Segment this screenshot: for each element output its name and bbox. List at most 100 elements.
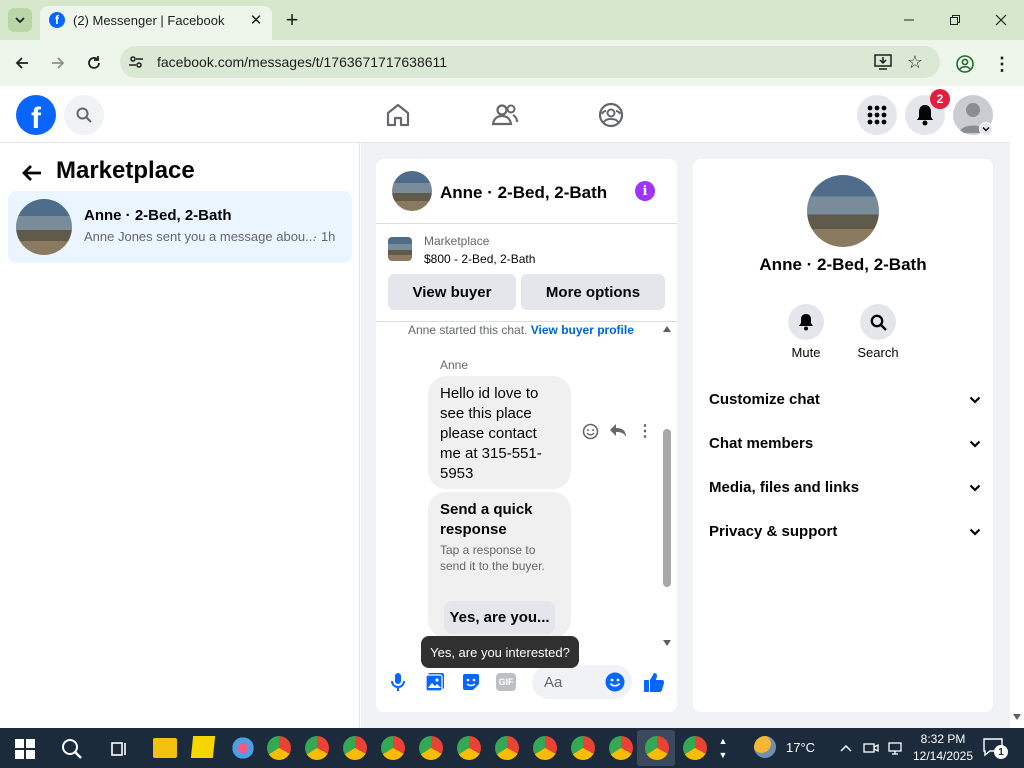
chat-avatar[interactable] bbox=[392, 171, 432, 211]
browser-menu-icon[interactable]: ⋮ bbox=[992, 53, 1012, 75]
chrome-profile-11-icon[interactable] bbox=[683, 736, 707, 760]
clock[interactable]: 8:32 PM 12/14/2025 bbox=[912, 731, 974, 765]
message-bubble[interactable]: Hello id love to see this place please c… bbox=[428, 376, 571, 489]
chrome-profile-1-icon[interactable] bbox=[267, 736, 291, 760]
forward-button[interactable] bbox=[44, 49, 72, 77]
react-icon[interactable] bbox=[581, 422, 599, 440]
facebook-f-glyph: f bbox=[31, 102, 41, 135]
reply-arrow-icon bbox=[610, 424, 626, 437]
view-buyer-profile-link[interactable]: View buyer profile bbox=[531, 323, 634, 337]
info-avatar bbox=[807, 175, 879, 247]
snipping-tool-icon[interactable] bbox=[229, 737, 257, 759]
meet-now-icon[interactable] bbox=[862, 738, 880, 758]
windows-logo-icon bbox=[15, 739, 35, 759]
quick-response-option[interactable]: Yes, are you... bbox=[444, 601, 555, 634]
site-info-icon[interactable] bbox=[126, 52, 146, 72]
restore-button[interactable] bbox=[940, 6, 970, 34]
more-options-button[interactable]: More options bbox=[521, 274, 665, 310]
weather-temperature[interactable]: 17°C bbox=[786, 740, 815, 755]
chat-scroll-thumb[interactable] bbox=[663, 429, 671, 587]
new-tab-button[interactable]: + bbox=[280, 7, 304, 32]
privacy-support-section[interactable]: Privacy & support bbox=[709, 523, 981, 540]
chrome-profile-10-icon[interactable] bbox=[609, 736, 633, 760]
facebook-favicon-icon: f bbox=[49, 12, 65, 28]
account-chevron-icon[interactable] bbox=[979, 122, 993, 136]
privacy-support-label: Privacy & support bbox=[709, 523, 838, 540]
sticky-notes-icon[interactable] bbox=[190, 736, 216, 758]
address-bar[interactable]: facebook.com/messages/t/1763671717638611… bbox=[120, 46, 940, 78]
browser-tab-bar: f (2) Messenger | Facebook ✕ + bbox=[0, 0, 1024, 40]
reload-button[interactable] bbox=[80, 49, 108, 77]
search-chat-button[interactable] bbox=[860, 304, 896, 340]
scroll-down-arrow-icon[interactable] bbox=[1013, 714, 1021, 720]
groups-nav[interactable] bbox=[593, 98, 629, 132]
back-arrow-button[interactable] bbox=[18, 159, 46, 187]
profile-icon[interactable] bbox=[954, 53, 976, 75]
file-explorer-icon[interactable] bbox=[153, 738, 177, 758]
page-scrollbar[interactable] bbox=[1010, 86, 1024, 728]
chrome-profile-7-icon[interactable] bbox=[495, 736, 519, 760]
start-button[interactable] bbox=[12, 736, 38, 762]
close-window-button[interactable] bbox=[986, 6, 1016, 34]
minimize-button[interactable] bbox=[894, 6, 924, 34]
scroll-down-arrow-icon[interactable] bbox=[663, 640, 671, 646]
sticker-button[interactable] bbox=[460, 671, 482, 693]
menu-button[interactable] bbox=[857, 95, 897, 135]
network-monitor-icon bbox=[888, 742, 902, 755]
conversation-item[interactable]: Anne · 2-Bed, 2-Bath Anne Jones sent you… bbox=[8, 191, 352, 263]
reply-icon[interactable] bbox=[608, 422, 628, 440]
tab-close-icon[interactable]: ✕ bbox=[246, 10, 266, 30]
gif-button[interactable]: GIF bbox=[496, 673, 516, 691]
attach-photo-button[interactable] bbox=[424, 671, 446, 693]
facebook-logo[interactable]: f bbox=[16, 95, 56, 135]
view-buyer-button[interactable]: View buyer bbox=[388, 274, 516, 310]
notification-center-button[interactable]: 1 bbox=[982, 737, 1008, 759]
chat-info-icon[interactable]: i bbox=[635, 181, 655, 201]
message-more-icon[interactable]: ⋮ bbox=[637, 422, 653, 440]
voice-clip-button[interactable] bbox=[388, 671, 408, 693]
clock-date: 12/14/2025 bbox=[912, 749, 974, 763]
arrow-left-icon bbox=[22, 165, 41, 181]
bookmark-star-icon[interactable]: ☆ bbox=[904, 52, 926, 72]
chevron-down-icon bbox=[969, 528, 981, 536]
chevron-down-icon bbox=[982, 127, 990, 132]
taskbar-search-button[interactable] bbox=[58, 735, 86, 763]
search-button[interactable] bbox=[64, 95, 104, 135]
like-button[interactable] bbox=[642, 670, 666, 694]
arrow-left-icon bbox=[15, 57, 28, 69]
windows-taskbar: ▲ ▼ 17°C 8:32 PM 12/14/2025 1 bbox=[0, 728, 1024, 768]
task-view-button[interactable] bbox=[106, 736, 132, 762]
emoji-button[interactable] bbox=[604, 671, 626, 693]
browser-tab-active[interactable]: f (2) Messenger | Facebook ✕ bbox=[40, 6, 272, 40]
hidden-icons-chevron[interactable] bbox=[838, 738, 854, 758]
media-files-links-section[interactable]: Media, files and links bbox=[709, 479, 981, 496]
friends-nav[interactable] bbox=[487, 98, 523, 132]
chrome-active-icon[interactable] bbox=[645, 736, 669, 760]
quick-response-desc: Tap a response to send it to the buyer. bbox=[440, 543, 545, 573]
close-icon bbox=[995, 14, 1007, 26]
chrome-profile-9-icon[interactable] bbox=[571, 736, 595, 760]
chat-title[interactable]: Anne · 2-Bed, 2-Bath bbox=[440, 183, 607, 203]
chrome-profile-3-icon[interactable] bbox=[343, 736, 367, 760]
chrome-profile-8-icon[interactable] bbox=[533, 736, 557, 760]
tab-search-button[interactable] bbox=[8, 8, 32, 32]
chrome-profile-2-icon[interactable] bbox=[305, 736, 329, 760]
taskbar-overflow-icon[interactable]: ▲ ▼ bbox=[716, 730, 730, 766]
bell-icon bbox=[799, 314, 813, 331]
home-nav[interactable] bbox=[380, 98, 416, 132]
install-app-icon[interactable] bbox=[872, 52, 894, 72]
back-button[interactable] bbox=[8, 49, 36, 77]
weather-icon[interactable] bbox=[754, 736, 776, 758]
message-input-placeholder: Aa bbox=[544, 674, 563, 691]
chat-members-section[interactable]: Chat members bbox=[709, 435, 981, 452]
chrome-profile-6-icon[interactable] bbox=[457, 736, 481, 760]
customize-chat-label: Customize chat bbox=[709, 391, 820, 408]
mute-button[interactable] bbox=[788, 304, 824, 340]
chrome-profile-5-icon[interactable] bbox=[419, 736, 443, 760]
chrome-profile-4-icon[interactable] bbox=[381, 736, 405, 760]
restore-icon bbox=[950, 15, 960, 25]
scroll-up-arrow-icon[interactable] bbox=[663, 326, 671, 332]
customize-chat-section[interactable]: Customize chat bbox=[709, 391, 981, 408]
search-icon bbox=[62, 739, 82, 759]
network-icon[interactable] bbox=[886, 738, 904, 758]
